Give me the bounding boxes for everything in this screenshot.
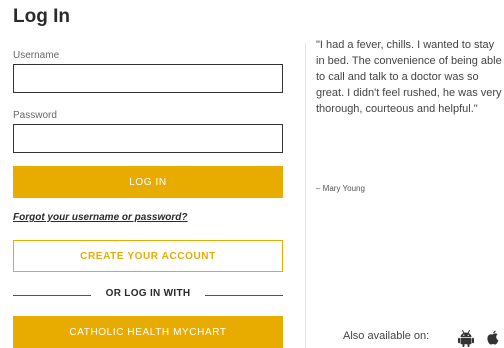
- testimonial-author: – Mary Young: [316, 184, 365, 193]
- login-button[interactable]: LOG IN: [13, 166, 283, 198]
- username-input[interactable]: [13, 64, 283, 93]
- apple-icon[interactable]: [484, 329, 502, 347]
- divider-text: OR LOG IN WITH: [105, 288, 191, 299]
- column-separator: [305, 43, 306, 348]
- forgot-credentials-link[interactable]: Forgot your username or password?: [13, 212, 187, 223]
- password-input[interactable]: [13, 124, 283, 153]
- username-label: Username: [13, 50, 60, 61]
- also-available-text: Also available on:: [343, 330, 430, 342]
- divider-line-right: [205, 295, 283, 296]
- mychart-login-button[interactable]: CATHOLIC HEALTH MYCHART: [13, 316, 283, 348]
- android-icon[interactable]: [457, 329, 475, 347]
- testimonial-quote: "I had a fever, chills. I wanted to stay…: [316, 39, 502, 115]
- password-label: Password: [13, 110, 57, 121]
- login-page: Log In Username Password LOG IN Forgot y…: [0, 0, 504, 348]
- create-account-button[interactable]: CREATE YOUR ACCOUNT: [13, 240, 283, 272]
- page-title: Log In: [13, 6, 70, 27]
- or-login-with-divider: OR LOG IN WITH: [13, 288, 283, 302]
